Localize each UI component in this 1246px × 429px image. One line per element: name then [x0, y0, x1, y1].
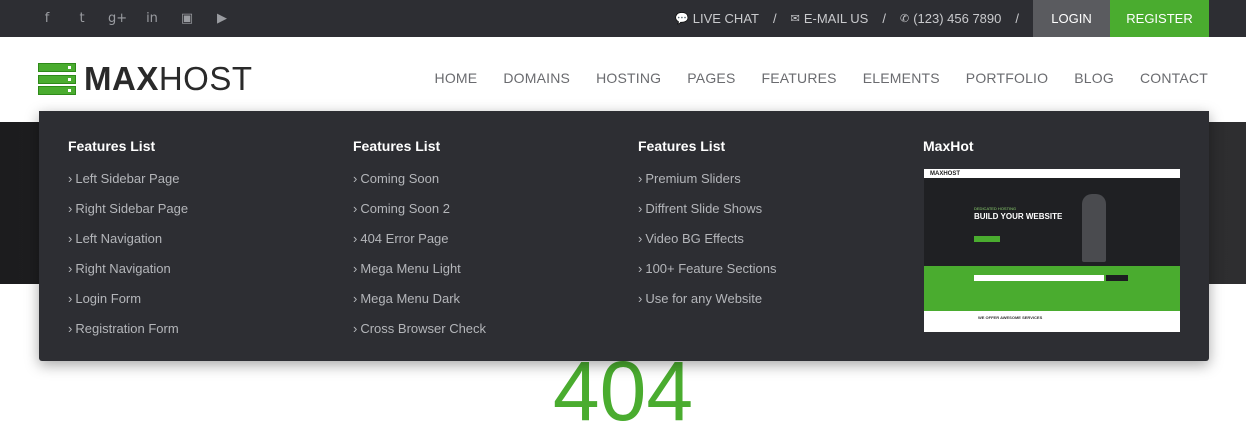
flickr-icon[interactable]: ▣ — [178, 11, 196, 26]
server-device-image — [1082, 194, 1106, 262]
menu-item-mega-menu-dark[interactable]: › Mega Menu Dark — [353, 291, 486, 321]
menu-item-cross-browser-check[interactable]: › Cross Browser Check — [353, 321, 486, 351]
chevron-right-icon: › — [68, 201, 73, 216]
separator: / — [882, 11, 886, 26]
menu-item-left-navigation[interactable]: › Left Navigation — [68, 231, 188, 261]
chevron-right-icon: › — [353, 261, 358, 276]
social-links: f t g+ in ▣ ▶ — [38, 0, 248, 37]
separator: / — [772, 11, 777, 26]
top-bar: f t g+ in ▣ ▶ 💬 LIVE CHAT / ✉ E-MAIL US … — [0, 0, 1246, 37]
email-link[interactable]: ✉ E-MAIL US — [791, 11, 869, 26]
mega-menu-column: Features List › Coming Soon › Coming Soon … — [353, 138, 486, 351]
live-chat-label: LIVE CHAT — [692, 11, 759, 26]
chevron-right-icon: › — [638, 231, 643, 246]
menu-item-right-navigation[interactable]: › Right Navigation — [68, 261, 188, 291]
column-title: Features List — [638, 138, 726, 154]
column-title: Features List — [353, 138, 441, 154]
mega-menu-column: Features List › Premium Sliders › Diffrent… — [638, 138, 777, 321]
preview-title: MaxHot — [923, 138, 974, 154]
preview-image[interactable]: MAXHOST DEDICATED HOSTING BUILD YOUR WEB… — [924, 166, 1180, 332]
menu-item-login-form[interactable]: › Login Form — [68, 291, 188, 321]
google-plus-icon[interactable]: g+ — [108, 11, 127, 26]
mega-menu: Features List › Left Sidebar Page › Right … — [39, 111, 1209, 361]
youtube-icon[interactable]: ▶ — [213, 11, 231, 26]
chat-icon: 💬 — [675, 12, 689, 25]
nav-pages[interactable]: PAGES — [687, 70, 735, 86]
phone-icon: ✆ — [899, 12, 910, 25]
live-chat-link[interactable]: 💬 LIVE CHAT — [675, 11, 759, 26]
top-bar-actions: 💬 LIVE CHAT / ✉ E-MAIL US / ✆ (123) 456 … — [675, 0, 1246, 37]
nav-features[interactable]: FEATURES — [761, 70, 836, 86]
chevron-right-icon: › — [68, 231, 73, 246]
menu-item-mega-menu-light[interactable]: › Mega Menu Light — [353, 261, 486, 291]
separator: / — [1015, 11, 1019, 26]
linkedin-icon[interactable]: in — [143, 11, 161, 26]
chevron-right-icon: › — [68, 291, 73, 306]
register-button[interactable]: REGISTER — [1110, 0, 1209, 37]
chevron-right-icon: › — [638, 261, 643, 276]
chevron-right-icon: › — [353, 171, 358, 186]
nav-portfolio[interactable]: PORTFOLIO — [966, 70, 1048, 86]
chevron-right-icon: › — [353, 291, 358, 306]
chevron-right-icon: › — [638, 291, 643, 306]
email-label: E-MAIL US — [803, 11, 869, 26]
chevron-right-icon: › — [68, 261, 73, 276]
column-title: Features List — [68, 138, 156, 154]
menu-item-premium-sliders[interactable]: › Premium Sliders — [638, 171, 777, 201]
chevron-right-icon: › — [68, 321, 73, 336]
phone-label: (123) 456 7890 — [913, 11, 1002, 26]
chevron-right-icon: › — [68, 171, 73, 186]
logo[interactable]: MAXHOST — [38, 60, 253, 97]
menu-item-coming-soon-2[interactable]: › Coming Soon 2 — [353, 201, 486, 231]
nav-contact[interactable]: CONTACT — [1140, 70, 1208, 86]
facebook-icon[interactable]: f — [38, 11, 56, 26]
preview-section-title: WE OFFER AWESOME SERVICES — [978, 315, 1043, 320]
logo-text: MAXHOST — [84, 60, 253, 97]
nav-domains[interactable]: DOMAINS — [503, 70, 570, 86]
preview-headline: BUILD YOUR WEBSITE — [974, 212, 1063, 221]
mega-menu-column: Features List › Left Sidebar Page › Right … — [68, 138, 188, 351]
main-header: MAXHOST HOME DOMAINS HOSTING PAGES FEATU… — [0, 37, 1246, 122]
menu-item-registration-form[interactable]: › Registration Form — [68, 321, 188, 351]
menu-item-left-sidebar[interactable]: › Left Sidebar Page — [68, 171, 188, 201]
menu-item-any-website[interactable]: › Use for any Website — [638, 291, 777, 321]
nav-home[interactable]: HOME — [435, 70, 478, 86]
chevron-right-icon: › — [353, 231, 358, 246]
preview-logo: MAXHOST — [930, 170, 960, 177]
chevron-right-icon: › — [638, 201, 643, 216]
phone-link[interactable]: ✆ (123) 456 7890 — [900, 11, 1001, 26]
envelope-icon: ✉ — [790, 12, 800, 25]
twitter-icon[interactable]: t — [73, 11, 91, 26]
menu-item-coming-soon[interactable]: › Coming Soon — [353, 171, 486, 201]
menu-item-slide-shows[interactable]: › Diffrent Slide Shows — [638, 201, 777, 231]
chevron-right-icon: › — [353, 201, 358, 216]
server-icon — [38, 63, 76, 95]
chevron-right-icon: › — [638, 171, 643, 186]
nav-hosting[interactable]: HOSTING — [596, 70, 661, 86]
main-nav: HOME DOMAINS HOSTING PAGES FEATURES ELEM… — [409, 70, 1208, 86]
nav-blog[interactable]: BLOG — [1074, 70, 1114, 86]
nav-elements[interactable]: ELEMENTS — [863, 70, 940, 86]
preview-kicker: DEDICATED HOSTING — [974, 206, 1017, 211]
menu-item-feature-sections[interactable]: › 100+ Feature Sections — [638, 261, 777, 291]
login-button[interactable]: LOGIN — [1033, 0, 1110, 37]
menu-item-video-bg-effects[interactable]: › Video BG Effects — [638, 231, 777, 261]
chevron-right-icon: › — [353, 321, 358, 336]
menu-item-right-sidebar[interactable]: › Right Sidebar Page — [68, 201, 188, 231]
menu-item-404-error-page[interactable]: › 404 Error Page — [353, 231, 486, 261]
